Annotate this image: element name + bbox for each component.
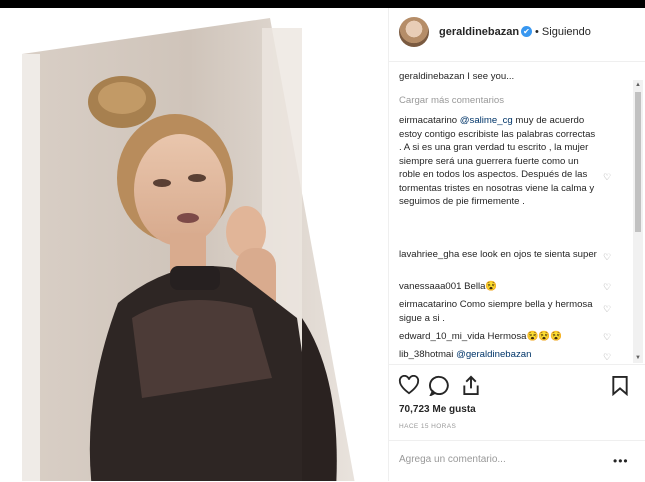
list-item: lavahriee_gha ese look en ojos te sienta… xyxy=(399,248,599,262)
more-options-icon[interactable]: ••• xyxy=(613,454,629,468)
add-comment-input[interactable]: Agrega un comentario... xyxy=(399,454,506,465)
add-comment-bar: Agrega un comentario... ••• xyxy=(389,440,645,482)
comment-username[interactable]: vanessaaa001 xyxy=(399,281,461,292)
list-item: eirmacatarino @salime_cg muy de acuerdo … xyxy=(399,114,599,209)
caption-username[interactable]: geraldinebazan xyxy=(399,71,465,82)
post-photo[interactable] xyxy=(22,18,356,481)
comment-mention[interactable]: @geraldinebazan xyxy=(456,349,531,360)
caption-text: I see you... xyxy=(467,71,515,82)
comment-like-heart-icon[interactable]: ♡ xyxy=(603,282,611,293)
share-icon[interactable] xyxy=(461,375,481,396)
likes-count[interactable]: 70,723 Me gusta xyxy=(399,404,476,415)
comments-list: geraldinebazan I see you... Cargar más c… xyxy=(389,62,645,362)
comment-mention[interactable]: @salime_cg xyxy=(460,115,513,126)
comment-username[interactable]: eirmacatarino xyxy=(399,299,457,310)
caption: geraldinebazan I see you... xyxy=(399,70,599,84)
comment-text: ese look en ojos te sienta super xyxy=(459,249,597,260)
scroll-down-icon[interactable]: ▼ xyxy=(633,353,643,363)
comment-username[interactable]: eirmacatarino xyxy=(399,115,457,126)
comment-text: Hermosa😵😵😵 xyxy=(484,331,563,342)
comment-username[interactable]: edward_10_mi_vida xyxy=(399,331,485,342)
scroll-thumb[interactable] xyxy=(635,92,641,232)
follow-status[interactable]: • Siguiendo xyxy=(535,26,591,38)
heart-icon[interactable] xyxy=(398,375,420,395)
post-sidebar: geraldinebazan ✔ • Siguiendo geraldineba… xyxy=(388,8,645,481)
post-header: geraldinebazan ✔ • Siguiendo xyxy=(389,8,645,62)
list-item: vanessaaa001 Bella😵 xyxy=(399,280,599,294)
comment-text: muy de acuerdo estoy contigo escribiste … xyxy=(399,115,596,207)
comment-username[interactable]: lavahriee_gha xyxy=(399,249,459,260)
list-item: lib_38hotmai @geraldinebazan xyxy=(399,348,599,362)
top-bar xyxy=(0,0,645,8)
comment-like-heart-icon[interactable]: ♡ xyxy=(603,304,611,315)
scroll-up-icon[interactable]: ▲ xyxy=(633,80,643,90)
header-username[interactable]: geraldinebazan xyxy=(439,26,519,38)
verified-icon: ✔ xyxy=(521,26,532,37)
post-photo-pane xyxy=(0,8,388,481)
load-more-comments[interactable]: Cargar más comentarios xyxy=(399,95,504,106)
separator: • xyxy=(535,26,539,38)
comment-icon[interactable] xyxy=(429,375,450,396)
comment-username[interactable]: lib_38hotmai xyxy=(399,349,453,360)
comment-like-heart-icon[interactable]: ♡ xyxy=(603,352,611,362)
comments-scrollbar[interactable]: ▲ ▼ xyxy=(633,80,643,363)
list-item: eirmacatarino Como siempre bella y hermo… xyxy=(399,298,599,325)
avatar[interactable] xyxy=(399,17,429,47)
comment-like-heart-icon[interactable]: ♡ xyxy=(603,332,611,343)
comment-text: Bella😵 xyxy=(461,281,498,292)
post-actions xyxy=(389,364,645,401)
list-item: edward_10_mi_vida Hermosa😵😵😵 xyxy=(399,330,599,344)
bookmark-icon[interactable] xyxy=(611,375,629,396)
comment-like-heart-icon[interactable]: ♡ xyxy=(603,252,611,263)
comment-like-heart-icon[interactable]: ♡ xyxy=(603,172,611,183)
post-timestamp[interactable]: HACE 15 HORAS xyxy=(399,423,456,430)
follow-status-label[interactable]: Siguiendo xyxy=(542,26,591,38)
